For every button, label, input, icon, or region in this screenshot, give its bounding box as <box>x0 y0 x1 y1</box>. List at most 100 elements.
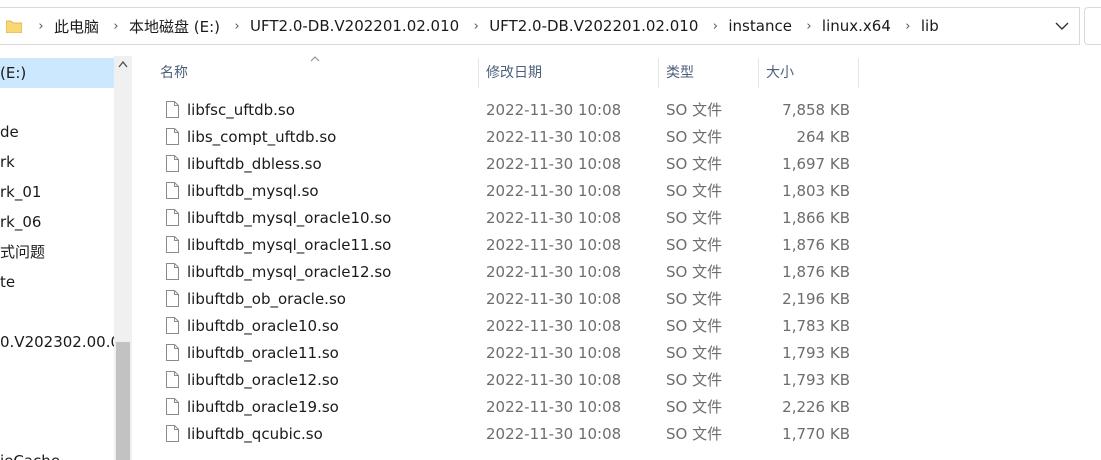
chevron-right-icon[interactable]: › <box>30 19 52 34</box>
column-header-name[interactable]: 名称 <box>152 58 478 88</box>
nav-item[interactable]: rk <box>0 147 15 177</box>
file-modified: 2022-11-30 10:08 <box>486 236 622 254</box>
breadcrumb-item-uft-db[interactable]: UFT2.0-DB.V202201.02.010 <box>248 17 465 35</box>
file-icon <box>166 425 179 442</box>
file-icon <box>166 317 179 334</box>
file-icon <box>166 290 179 307</box>
breadcrumb-item-uft-db-sub[interactable]: UFT2.0-DB.V202201.02.010 <box>487 17 704 35</box>
nav-item[interactable]: 式问题 <box>0 237 45 267</box>
table-row[interactable]: libuftdb_mysql_oracle12.so 2022-11-30 10… <box>160 259 860 286</box>
nav-item[interactable]: ieCache <box>0 446 60 460</box>
file-size: 1,866 KB <box>782 209 850 227</box>
file-icon <box>166 101 179 118</box>
file-list: 名称 修改日期 类型 大小 libfsc_uftdb.so 2022-11-30… <box>132 56 1101 460</box>
file-modified: 2022-11-30 10:08 <box>486 128 622 146</box>
file-type: SO 文件 <box>666 209 723 227</box>
navigation-pane: (E:) de rk rk_01 rk_06 式问题 te 0.V202302.… <box>0 56 132 460</box>
chevron-right-icon[interactable]: › <box>704 19 726 34</box>
file-type: SO 文件 <box>666 101 723 119</box>
breadcrumb-item-local-disk[interactable]: 本地磁盘 (E:) <box>127 16 226 37</box>
nav-item[interactable]: de <box>0 117 19 147</box>
address-box[interactable]: › 此电脑 › 本地磁盘 (E:) › UFT2.0-DB.V202201.02… <box>0 7 1080 45</box>
file-size: 1,803 KB <box>782 182 850 200</box>
breadcrumb-item-instance[interactable]: instance <box>726 17 798 35</box>
file-icon <box>166 344 179 361</box>
file-size: 1,697 KB <box>782 155 850 173</box>
nav-item[interactable]: te <box>0 267 15 297</box>
table-row[interactable]: libuftdb_mysql.so 2022-11-30 10:08 SO 文件… <box>160 178 860 205</box>
nav-item[interactable]: rk_01 <box>0 177 41 207</box>
nav-scrollbar-thumb[interactable] <box>116 342 130 460</box>
file-name: libuftdb_qcubic.so <box>187 425 323 443</box>
column-divider[interactable] <box>858 58 859 88</box>
file-type: SO 文件 <box>666 344 723 362</box>
chevron-right-icon[interactable]: › <box>465 19 487 34</box>
column-headers: 名称 修改日期 类型 大小 <box>132 58 1101 88</box>
file-size: 2,226 KB <box>782 398 850 416</box>
file-name: libuftdb_mysql.so <box>187 182 319 200</box>
file-modified: 2022-11-30 10:08 <box>486 371 622 389</box>
table-row[interactable]: libuftdb_oracle19.so 2022-11-30 10:08 SO… <box>160 394 860 421</box>
address-bar: › 此电脑 › 本地磁盘 (E:) › UFT2.0-DB.V202201.02… <box>0 0 1101 52</box>
file-size: 7,858 KB <box>782 101 850 119</box>
file-modified: 2022-11-30 10:08 <box>486 290 622 308</box>
nav-scrollbar[interactable] <box>114 56 132 460</box>
column-header-type[interactable]: 类型 <box>658 58 758 88</box>
chevron-right-icon[interactable]: › <box>226 19 248 34</box>
file-icon <box>166 155 179 172</box>
file-size: 1,783 KB <box>782 317 850 335</box>
table-row[interactable]: libuftdb_dbless.so 2022-11-30 10:08 SO 文… <box>160 151 860 178</box>
file-icon <box>166 128 179 145</box>
column-header-modified[interactable]: 修改日期 <box>478 58 658 88</box>
file-type: SO 文件 <box>666 317 723 335</box>
file-icon <box>166 371 179 388</box>
file-name: libuftdb_oracle10.so <box>187 317 339 335</box>
table-row[interactable]: libuftdb_oracle11.so 2022-11-30 10:08 SO… <box>160 340 860 367</box>
file-type: SO 文件 <box>666 236 723 254</box>
file-name: libuftdb_mysql_oracle11.so <box>187 236 392 254</box>
column-header-size[interactable]: 大小 <box>758 58 858 88</box>
file-icon <box>166 263 179 280</box>
file-name: libuftdb_dbless.so <box>187 155 322 173</box>
file-icon <box>166 209 179 226</box>
chevron-down-icon[interactable] <box>1052 19 1072 33</box>
chevron-right-icon[interactable]: › <box>897 19 919 34</box>
file-type: SO 文件 <box>666 398 723 416</box>
file-name: libuftdb_oracle19.so <box>187 398 339 416</box>
breadcrumb-item-lib[interactable]: lib <box>919 17 945 35</box>
file-modified: 2022-11-30 10:08 <box>486 209 622 227</box>
table-row[interactable]: libs_compt_uftdb.so 2022-11-30 10:08 SO … <box>160 124 860 151</box>
table-row[interactable]: libuftdb_mysql_oracle10.so 2022-11-30 10… <box>160 205 860 232</box>
table-row[interactable]: libfsc_uftdb.so 2022-11-30 10:08 SO 文件 7… <box>160 97 860 124</box>
nav-item-drive-e[interactable]: (E:) <box>0 58 114 88</box>
file-name: libuftdb_mysql_oracle12.so <box>187 263 392 281</box>
table-row[interactable]: libuftdb_ob_oracle.so 2022-11-30 10:08 S… <box>160 286 860 313</box>
file-size: 1,770 KB <box>782 425 850 443</box>
file-type: SO 文件 <box>666 128 723 146</box>
file-size: 1,876 KB <box>782 236 850 254</box>
table-row[interactable]: libuftdb_oracle10.so 2022-11-30 10:08 SO… <box>160 313 860 340</box>
file-name: libuftdb_mysql_oracle10.so <box>187 209 392 227</box>
chevron-right-icon[interactable]: › <box>798 19 820 34</box>
table-row[interactable]: libuftdb_oracle12.so 2022-11-30 10:08 SO… <box>160 367 860 394</box>
file-modified: 2022-11-30 10:08 <box>486 182 622 200</box>
file-icon <box>166 236 179 253</box>
file-type: SO 文件 <box>666 182 723 200</box>
chevron-up-icon[interactable] <box>118 60 128 68</box>
chevron-right-icon[interactable]: › <box>105 19 127 34</box>
nav-item[interactable]: 0.V202302.00.00 <box>0 327 130 357</box>
breadcrumb-item-this-pc[interactable]: 此电脑 <box>52 16 105 37</box>
refresh-button[interactable] <box>1084 7 1101 45</box>
file-modified: 2022-11-30 10:08 <box>486 263 622 281</box>
breadcrumb: › 此电脑 › 本地磁盘 (E:) › UFT2.0-DB.V202201.02… <box>30 8 945 44</box>
file-modified: 2022-11-30 10:08 <box>486 101 622 119</box>
file-type: SO 文件 <box>666 425 723 443</box>
table-row[interactable]: libuftdb_qcubic.so 2022-11-30 10:08 SO 文… <box>160 421 860 448</box>
file-size: 264 KB <box>796 128 850 146</box>
file-modified: 2022-11-30 10:08 <box>486 155 622 173</box>
breadcrumb-item-linux[interactable]: linux.x64 <box>820 17 897 35</box>
nav-item[interactable]: rk_06 <box>0 207 41 237</box>
file-modified: 2022-11-30 10:08 <box>486 425 622 443</box>
file-icon <box>166 398 179 415</box>
table-row[interactable]: libuftdb_mysql_oracle11.so 2022-11-30 10… <box>160 232 860 259</box>
